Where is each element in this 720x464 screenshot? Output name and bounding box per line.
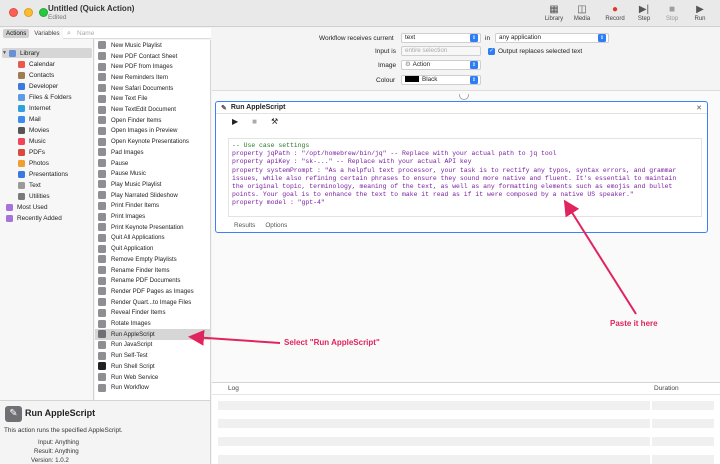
annotation-overlay [188, 199, 637, 346]
paste-annotation: Paste it here [610, 319, 658, 328]
automator-window: Untitled (Quick Action) Edited ▦ Library… [0, 0, 720, 464]
select-arrow [188, 329, 281, 346]
paste-arrow [563, 199, 637, 315]
select-annotation: Select "Run AppleScript" [284, 338, 380, 347]
